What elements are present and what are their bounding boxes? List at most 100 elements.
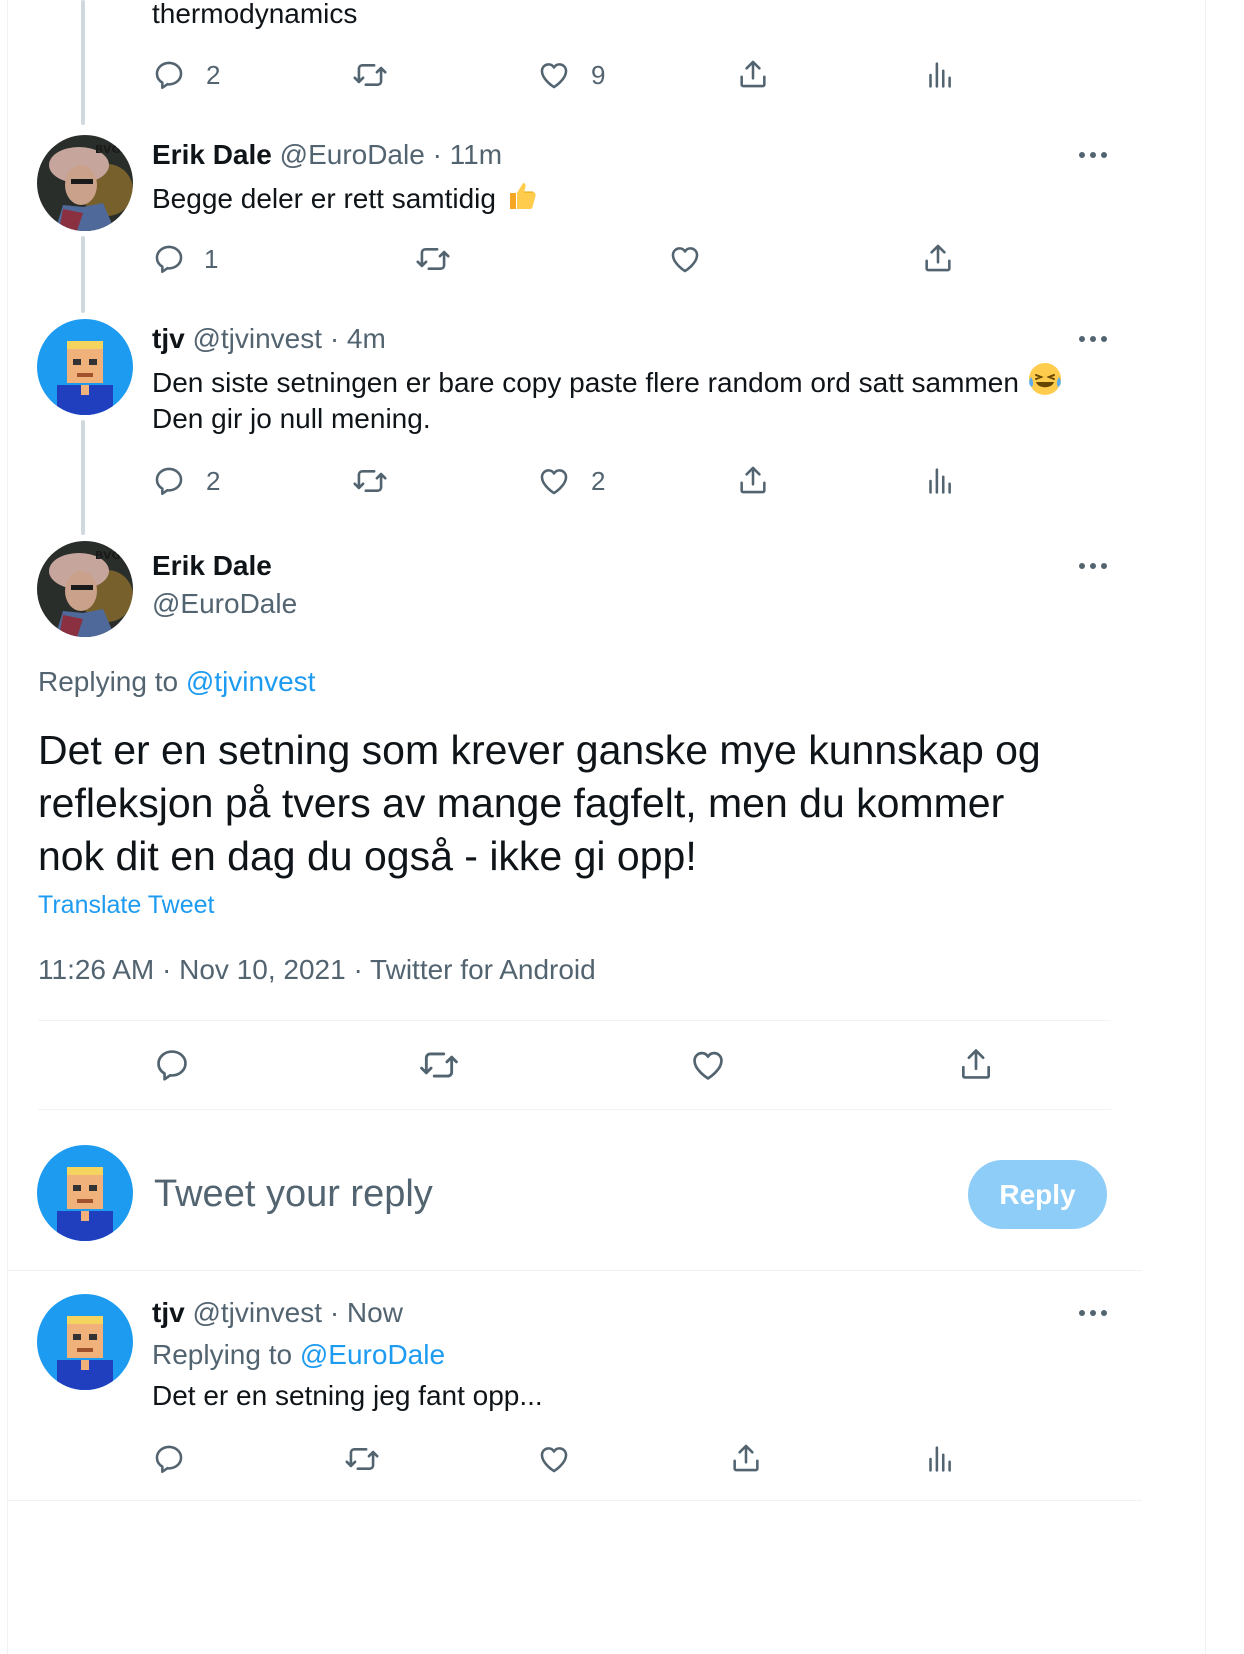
like-action[interactable]: 2 (537, 464, 605, 498)
thumbs-up-emoji-icon (504, 177, 540, 224)
share-icon (740, 466, 766, 494)
heart-icon (540, 469, 568, 495)
username[interactable]: @tjvinvest (192, 1297, 322, 1328)
like-action[interactable] (689, 1046, 727, 1084)
divider (38, 1020, 1111, 1021)
reply-icon (155, 61, 183, 90)
display-name[interactable]: Erik Dale (152, 139, 272, 170)
tweet-text: Det er en setning jeg fant opp... (152, 1380, 543, 1411)
translate-tweet-link[interactable]: Translate Tweet (38, 889, 214, 921)
retweet-action[interactable] (352, 464, 388, 498)
username[interactable]: @EuroDale (152, 587, 297, 621)
reply-action[interactable]: 2 (152, 58, 220, 92)
analytics-icon (929, 468, 951, 494)
retweet-icon (420, 1052, 458, 1078)
like-action[interactable]: 9 (537, 58, 605, 92)
reply-icon (157, 1050, 187, 1081)
more-options-icon[interactable] (1073, 1303, 1113, 1323)
avatar[interactable] (37, 1294, 133, 1390)
tweet-header: Erik Dale @EuroDale · 11m (152, 138, 502, 172)
tweet-text: Begge deler er rett samtidig (152, 177, 540, 224)
reply-count: 1 (204, 243, 219, 274)
retweet-icon (416, 247, 450, 271)
reply-count: 2 (206, 59, 221, 90)
share-action[interactable] (957, 1044, 995, 1084)
avatar[interactable]: BVG (37, 135, 133, 231)
reply-action[interactable]: 1 (152, 242, 218, 276)
divider (8, 1500, 1142, 1501)
thread-line (81, 420, 85, 535)
share-action[interactable] (921, 240, 955, 276)
analytics-action[interactable] (922, 464, 956, 498)
like-count: 9 (591, 59, 606, 90)
share-icon (740, 60, 766, 88)
replying-to-handle[interactable]: @tjvinvest (186, 666, 316, 697)
username[interactable]: @tjvinvest (192, 323, 322, 354)
reply-count: 2 (206, 465, 221, 496)
thread-line (81, 0, 85, 125)
reply-button[interactable]: Reply (968, 1160, 1107, 1229)
reply-icon (155, 1445, 183, 1474)
heart-icon (540, 1447, 568, 1473)
display-name[interactable]: tjv (152, 1297, 185, 1328)
analytics-action[interactable] (922, 58, 956, 92)
username[interactable]: @EuroDale (280, 139, 425, 170)
tweet-meta: 11:26 AM · Nov 10, 2021 · Twitter for An… (38, 954, 596, 985)
divider (38, 1109, 1111, 1110)
like-action[interactable] (537, 1442, 571, 1476)
retweet-action[interactable] (418, 1046, 460, 1084)
share-action[interactable] (736, 462, 770, 498)
like-count: 2 (591, 465, 606, 496)
share-icon (733, 1444, 759, 1472)
reply-input[interactable]: Tweet your reply (154, 1170, 934, 1218)
reply-icon (155, 245, 183, 274)
main-tweet-text: Det er en setning som krever ganske mye … (38, 724, 1041, 883)
main-tweet-text-line: nok dit en dag du også - ikke gi opp! (38, 833, 697, 879)
retweet-action[interactable] (344, 1442, 380, 1476)
thread-line (81, 236, 85, 313)
retweet-action[interactable] (352, 58, 388, 92)
avatar[interactable] (37, 319, 133, 415)
reply-action[interactable] (152, 1442, 186, 1476)
timestamp[interactable]: · 4m (330, 323, 386, 354)
reply-action[interactable]: 2 (152, 464, 220, 498)
replying-to: Replying to @tjvinvest (38, 665, 315, 699)
analytics-icon (929, 1446, 951, 1472)
heart-icon (671, 247, 699, 273)
retweet-action[interactable] (415, 242, 451, 276)
timestamp[interactable]: · Now (330, 1297, 403, 1328)
share-action[interactable] (729, 1440, 763, 1476)
tweet-text: thermodynamics (152, 0, 358, 29)
analytics-action[interactable] (922, 1442, 956, 1476)
like-action[interactable] (668, 242, 702, 276)
replying-to-handle[interactable]: @EuroDale (300, 1339, 445, 1370)
avatar[interactable]: BVG (37, 541, 133, 637)
tweet-header: tjv @tjvinvest · 4m (152, 322, 386, 356)
display-name[interactable]: Erik Dale (152, 549, 272, 583)
replying-to: Replying to @EuroDale (152, 1338, 445, 1372)
display-name[interactable]: tjv (152, 323, 185, 354)
tweet-header: tjv @tjvinvest · Now (152, 1296, 403, 1330)
reply-action[interactable] (153, 1046, 191, 1084)
retweet-icon (353, 63, 387, 87)
tweet-text-content: Begge deler er rett samtidig (152, 182, 496, 214)
more-options-icon[interactable] (1073, 329, 1113, 349)
retweet-icon (345, 1447, 379, 1471)
heart-icon (693, 1051, 723, 1080)
retweet-icon (353, 469, 387, 493)
avatar[interactable] (37, 1145, 133, 1241)
main-tweet-text-line: refleksjon på tvers av mange fagfelt, me… (38, 780, 1005, 826)
tweet-text-line: Den gir jo null mening. (152, 403, 431, 434)
share-icon (925, 244, 951, 272)
timestamp[interactable]: · 11m (433, 139, 503, 170)
analytics-icon (929, 62, 951, 88)
more-options-icon[interactable] (1073, 556, 1113, 576)
tweet-text-line: Den siste setningen er bare copy paste f… (152, 366, 1019, 398)
share-action[interactable] (736, 56, 770, 92)
replying-to-label: Replying to (38, 666, 179, 697)
share-icon (961, 1049, 991, 1079)
divider (8, 1270, 1142, 1271)
reply-icon (155, 467, 183, 496)
replying-to-label: Replying to (152, 1339, 293, 1370)
more-options-icon[interactable] (1073, 145, 1113, 165)
